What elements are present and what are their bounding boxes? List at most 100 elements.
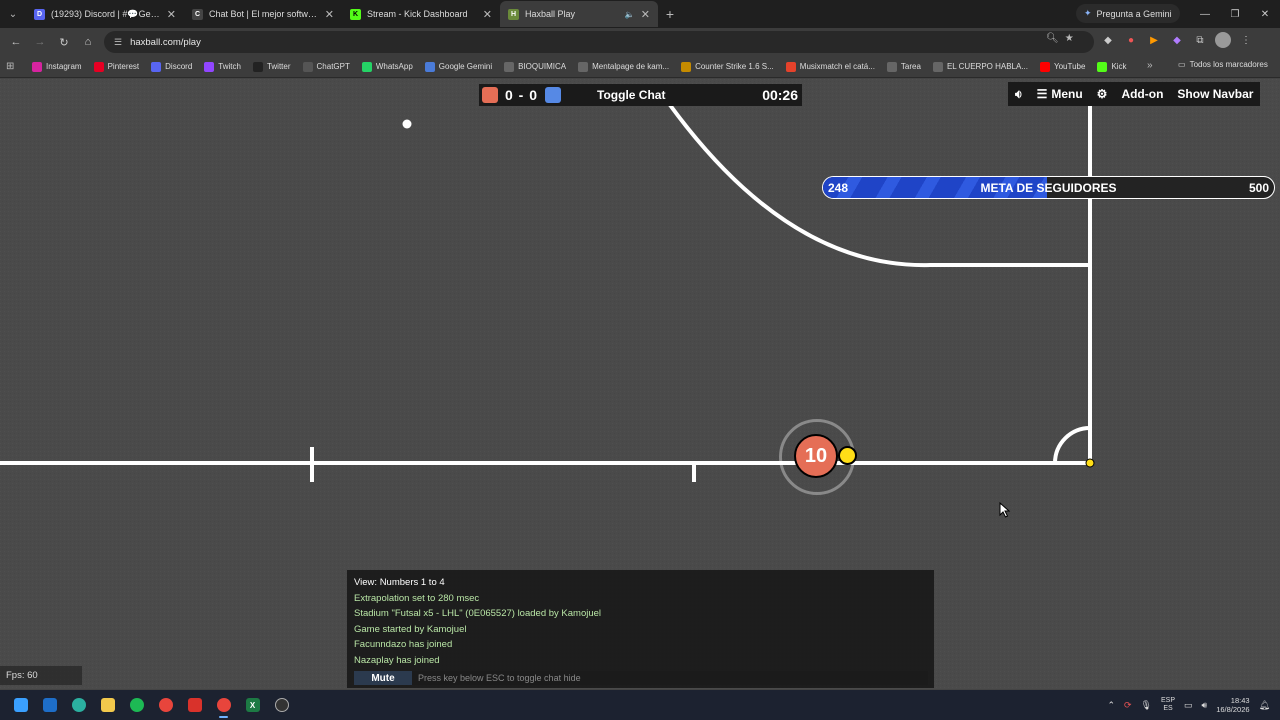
menu-button[interactable]: ☰ Menu	[1030, 82, 1090, 106]
tab-title: (19293) Discord | #💬General | ...	[51, 8, 161, 19]
forward-arrow-icon[interactable]: →	[28, 30, 52, 54]
window-controls: — ❐ ✕	[1190, 0, 1280, 28]
speaker-mute-icon[interactable]: 🔈	[625, 10, 635, 19]
tab-discord[interactable]: D (19293) Discord | #💬General | ... ✕	[26, 1, 184, 27]
chat-input[interactable]: Press key below ESC to toggle chat hide	[412, 671, 928, 685]
goal-target-count: 500	[1248, 181, 1269, 195]
bookmark-label: Instagram	[46, 62, 82, 71]
bookmark-item[interactable]: Tarea	[886, 61, 921, 72]
browser-tab-bar: ⌄ D (19293) Discord | #💬General | ... ✕ …	[0, 0, 1280, 28]
show-navbar-button[interactable]: Show Navbar	[1170, 82, 1260, 106]
bookmark-item[interactable]: Kick	[1097, 61, 1127, 72]
site-info-icon[interactable]: ☰	[114, 37, 122, 48]
bookmark-favicon-icon	[681, 61, 692, 72]
bookmark-item[interactable]: BIOQUIMICA	[504, 61, 566, 72]
new-tab-plus-icon[interactable]: +	[658, 0, 682, 28]
language-indicator[interactable]: ESP ES	[1161, 697, 1175, 713]
edge-browser-icon[interactable]	[64, 690, 93, 720]
spotify-icon[interactable]	[122, 690, 151, 720]
bookmark-item[interactable]: Instagram	[32, 61, 82, 72]
tab-kick-dashboard[interactable]: K Stream - Kick Dashboard ✕	[342, 1, 500, 27]
bookmark-item[interactable]: EL CUERPO HABLA...	[932, 61, 1028, 72]
extension-purple-icon[interactable]: ◆	[1169, 32, 1185, 48]
tab-chatbot[interactable]: C Chat Bot | El mejor software pa... ✕	[184, 1, 342, 27]
settings-button[interactable]: ⚙	[1090, 82, 1115, 106]
excel-icon[interactable]: X	[238, 690, 267, 720]
bookmark-item[interactable]: ChatGPT	[302, 61, 350, 72]
bookmark-favicon-icon	[32, 61, 42, 72]
notification-bell-icon[interactable]: 🔔︎	[1259, 700, 1270, 711]
file-explorer-icon[interactable]	[93, 690, 122, 720]
url-text: haxball.com/play	[130, 36, 201, 48]
goal-title: META DE SEGUIDORES	[980, 181, 1117, 195]
all-bookmarks-folder[interactable]: ▭ Todos los marcadores	[1178, 60, 1268, 69]
toggle-chat-button[interactable]: Toggle Chat	[597, 88, 665, 102]
extension-play-icon[interactable]: ▶	[1146, 32, 1162, 48]
chrome-icon[interactable]	[151, 690, 180, 720]
clock-time: 18:43	[1230, 696, 1250, 705]
bookmark-star-icon[interactable]: ★	[1065, 33, 1074, 44]
apps-grid-icon[interactable]: ⊞	[6, 61, 20, 72]
system-tray: ⌃ ⟳ 🎙︎ ESP ES ▭ 🔊︎ 18:43 16/8/2026 🔔︎	[1107, 690, 1280, 720]
bookmark-favicon-icon	[204, 61, 215, 72]
chat-message: Game started by Kamojuel	[354, 623, 467, 635]
bookmark-favicon-icon	[151, 61, 162, 72]
mute-button[interactable]: Mute	[354, 671, 412, 685]
network-icon[interactable]: ▭	[1184, 700, 1193, 711]
bookmark-item[interactable]: YouTube	[1040, 61, 1085, 72]
tab-title: Stream - Kick Dashboard	[367, 9, 468, 19]
close-tab-icon[interactable]: ✕	[167, 8, 176, 21]
bookmark-item[interactable]: Mentalpage de kam...	[578, 61, 669, 72]
clock[interactable]: 18:43 16/8/2026	[1216, 696, 1249, 714]
more-bookmarks-chevron-icon[interactable]: »	[1147, 60, 1153, 71]
bookmark-item[interactable]: Musixmatch el catá...	[785, 61, 875, 72]
microphone-icon[interactable]: 🎙︎	[1141, 700, 1152, 711]
extensions-puzzle-icon[interactable]: ⧉	[1192, 32, 1208, 48]
bookmark-item[interactable]: Google Gemini	[424, 61, 492, 72]
bookmark-item[interactable]: Twitter	[252, 61, 291, 72]
tab-search-chevron-icon[interactable]: ⌄	[0, 0, 26, 28]
close-tab-icon[interactable]: ✕	[483, 8, 492, 21]
bookmark-item[interactable]: Pinterest	[93, 61, 139, 72]
close-tab-icon[interactable]: ✕	[325, 8, 334, 21]
reload-icon[interactable]: ↻	[52, 30, 76, 54]
bookmark-label: WhatsApp	[375, 62, 413, 71]
profile-avatar-icon[interactable]	[1215, 32, 1231, 48]
minimize-icon[interactable]: —	[1190, 0, 1220, 28]
windows-taskbar: X ⌃ ⟳ 🎙︎ ESP ES ▭ 🔊︎ 18:43 16/8/2026 🔔︎	[0, 690, 1280, 720]
restore-icon[interactable]: ❐	[1220, 0, 1250, 28]
bookmark-label: ChatGPT	[316, 62, 350, 71]
sound-button[interactable]: 🔉︎	[1008, 82, 1030, 106]
address-bar[interactable]: ☰ haxball.com/play	[104, 31, 1094, 53]
discord-favicon-icon: D	[34, 8, 45, 20]
mouse-cursor-icon	[999, 502, 1011, 518]
bookmark-item[interactable]: Counter Strike 1.6 S...	[681, 61, 774, 72]
sync-icon[interactable]: ⟳	[1124, 700, 1132, 711]
obs-icon[interactable]	[267, 690, 296, 720]
widgets-icon[interactable]	[35, 690, 64, 720]
bookmark-favicon-icon	[578, 61, 589, 72]
addon-button[interactable]: Add-on	[1114, 82, 1170, 106]
back-arrow-icon[interactable]: ←	[4, 30, 28, 54]
bookmark-item[interactable]: Discord	[151, 61, 192, 72]
bookmark-favicon-icon	[1040, 61, 1050, 72]
zoom-icon[interactable]: 🔍︎	[1046, 33, 1059, 44]
start-windows-icon[interactable]	[6, 690, 35, 720]
extension-diamond-icon[interactable]: ◆	[1100, 32, 1116, 48]
bookmark-item[interactable]: WhatsApp	[361, 61, 413, 72]
close-window-icon[interactable]: ✕	[1250, 0, 1280, 28]
chat-panel: View: Numbers 1 to 4 Extrapolation set to…	[347, 570, 934, 688]
browser-menu-icon[interactable]: ⋮	[1238, 32, 1254, 48]
chrome-active-icon[interactable]	[209, 690, 238, 720]
red-app-icon[interactable]	[180, 690, 209, 720]
bookmark-item[interactable]: Twitch	[204, 61, 241, 72]
kick-favicon-icon: K	[350, 8, 361, 20]
show-hidden-icons-chevron-icon[interactable]: ⌃	[1107, 700, 1115, 711]
home-icon[interactable]: ⌂	[76, 30, 100, 54]
ask-gemini-button[interactable]: ✦ Pregunta a Gemini	[1076, 4, 1180, 23]
extension-red-icon[interactable]: ●	[1123, 32, 1139, 48]
volume-icon[interactable]: 🔊︎	[1202, 700, 1208, 711]
close-tab-icon[interactable]: ✕	[641, 8, 650, 21]
chat-message: Extrapolation set to 280 msec	[354, 592, 480, 604]
tab-haxball[interactable]: H Haxball Play 🔈 ✕	[500, 1, 658, 27]
